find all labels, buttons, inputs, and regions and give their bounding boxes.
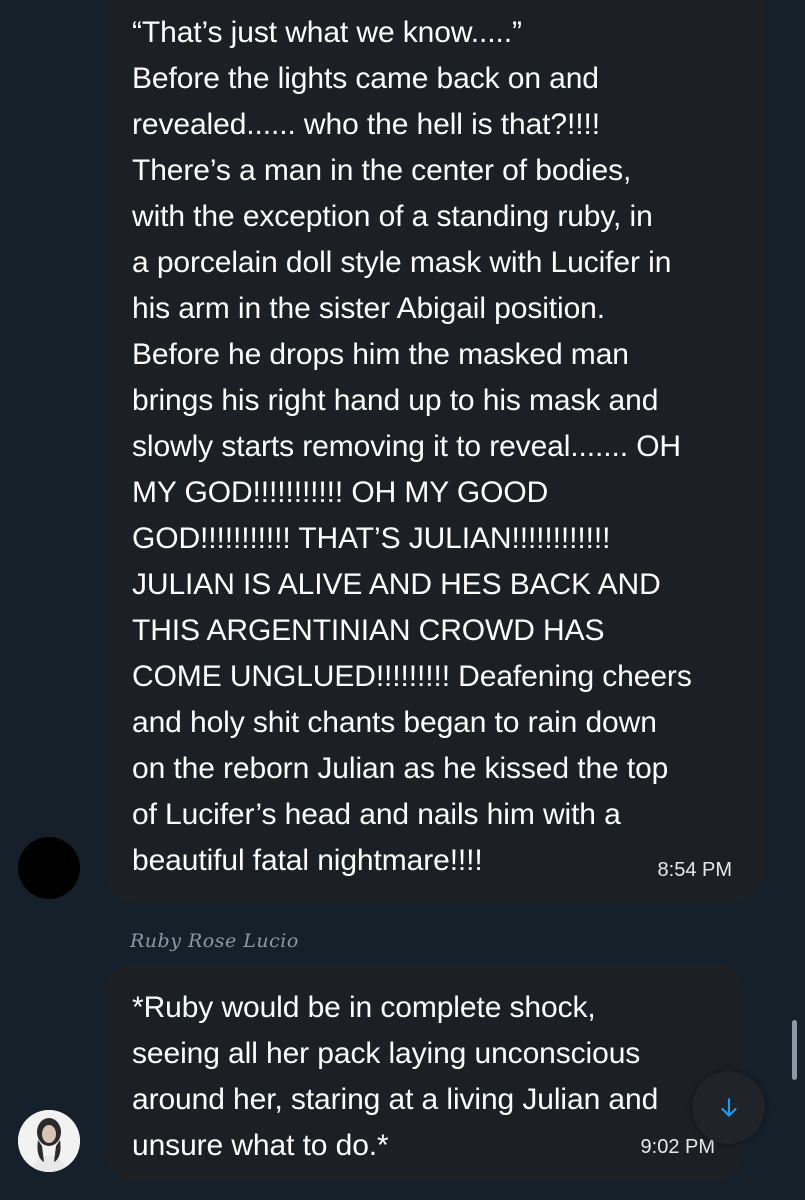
scrollbar[interactable] — [792, 1020, 797, 1080]
avatar[interactable] — [18, 1110, 80, 1172]
message-text: “That’s just what we know.....” Before t… — [132, 16, 692, 877]
message-bubble[interactable]: *Ruby would be in complete shock, seeing… — [104, 963, 745, 1181]
dm-conversation: “That’s just what we know.....” Before t… — [0, 0, 805, 1200]
sender-name: Ruby Rose Lucio — [130, 930, 299, 952]
avatar[interactable] — [18, 837, 80, 899]
avatar-photo — [18, 1110, 80, 1172]
message-text: *Ruby would be in complete shock, seeing… — [132, 991, 659, 1162]
scroll-to-bottom-button[interactable] — [692, 1071, 765, 1144]
arrow-down-icon — [720, 1097, 737, 1117]
message-timestamp: 8:54 PM — [657, 859, 732, 881]
message-timestamp: 9:02 PM — [640, 1136, 715, 1158]
message-bubble[interactable]: “That’s just what we know.....” Before t… — [104, 0, 764, 902]
